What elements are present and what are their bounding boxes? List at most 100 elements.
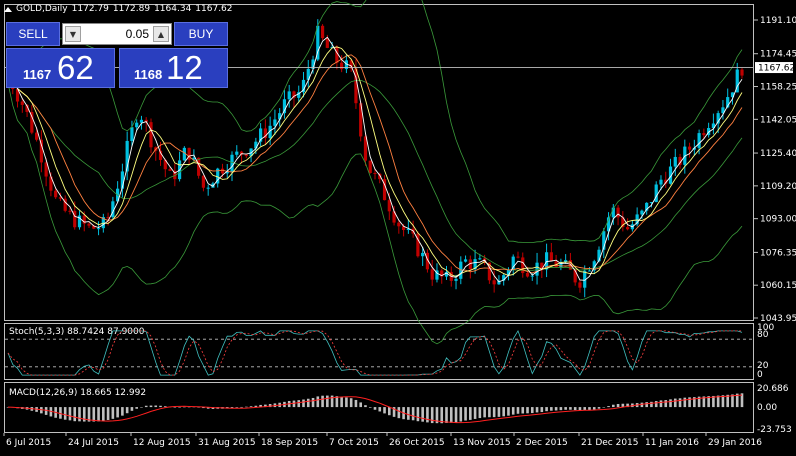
price-tick-label: 1076.35 <box>760 248 796 258</box>
macd-histogram-bar <box>545 407 548 412</box>
candle-body <box>521 257 525 274</box>
price-tick-label: 1191.10 <box>760 16 796 26</box>
candle-body <box>659 179 663 185</box>
macd-histogram-bar <box>535 407 539 413</box>
symbol-label: GOLD,Daily <box>16 4 68 14</box>
stochastic-level-label: 0 <box>757 370 763 380</box>
macd-label: MACD(12,26,9) 18.665 12.992 <box>9 388 146 398</box>
time-tick-label: 21 Dec 2015 <box>581 438 639 448</box>
bid-price-pips: 62 <box>57 49 94 86</box>
macd-histogram-bar <box>140 407 143 408</box>
macd-histogram-bar <box>573 407 577 411</box>
macd-histogram-bar <box>249 406 253 408</box>
candle-body <box>201 175 206 188</box>
macd-histogram-bar <box>116 407 119 418</box>
lot-size-stepper: ▼ ▲ <box>62 23 172 45</box>
macd-histogram-bar <box>125 407 129 414</box>
sell-button[interactable]: SELL <box>6 22 60 46</box>
time-tick-label: 7 Oct 2015 <box>329 438 379 448</box>
ohlc-low: 1164.34 <box>154 4 192 14</box>
macd-histogram-bar <box>321 395 324 408</box>
macd-histogram-bar <box>44 407 48 415</box>
time-tick-label: 2 Dec 2015 <box>516 438 568 448</box>
candle-body <box>387 200 391 212</box>
stochastic-axis: 10080200 <box>757 323 774 380</box>
macd-axis: 20.686 0.00 -23.753 <box>757 384 792 435</box>
macd-histogram-bar <box>645 402 648 408</box>
macd-histogram-bar <box>464 407 467 421</box>
candle-body <box>139 119 144 123</box>
macd-histogram-bar <box>354 399 358 408</box>
candle-body <box>587 270 592 272</box>
price-tick-label: 1093.00 <box>760 215 796 225</box>
candle-body <box>368 160 372 173</box>
sell-price-button[interactable]: 1167 62 <box>6 48 115 88</box>
stochastic-label: Stoch(5,3,3) 88.7424 87.9000 <box>9 327 145 337</box>
candle-body <box>478 258 482 260</box>
buy-button[interactable]: BUY <box>174 22 228 46</box>
ohlc-open: 1172.79 <box>71 4 109 14</box>
macd-histogram-bar <box>526 407 529 414</box>
lot-decrease-icon[interactable]: ▼ <box>65 26 81 42</box>
macd-histogram-bar <box>306 398 310 408</box>
candle-body <box>463 259 468 262</box>
candle-body <box>20 101 24 105</box>
candle-body <box>87 223 91 226</box>
macd-histogram-bar <box>345 397 348 408</box>
macd-level-label: 0.00 <box>757 403 777 413</box>
macd-histogram-bar <box>235 407 239 408</box>
lot-size-input[interactable] <box>85 26 149 42</box>
time-tick-label: 18 Sep 2015 <box>261 438 318 448</box>
price-tick-label: 1125.40 <box>760 149 796 159</box>
macd-histogram-bar <box>421 407 424 422</box>
macd-histogram-bar <box>673 398 677 408</box>
stochastic-level-label: 80 <box>757 330 769 340</box>
price-tick-label: 1060.15 <box>760 281 796 291</box>
candle-body <box>206 187 210 189</box>
collapse-triangle-icon[interactable] <box>4 6 12 12</box>
macd-histogram-bar <box>588 407 591 410</box>
macd-histogram-bar <box>97 407 100 422</box>
macd-histogram-bar <box>426 407 429 423</box>
lot-increase-icon[interactable]: ▲ <box>153 26 169 42</box>
time-tick-label: 13 Nov 2015 <box>453 438 511 448</box>
macd-histogram-bar <box>245 406 248 408</box>
macd-histogram-bar <box>550 407 553 411</box>
price-tick-label: 1142.05 <box>760 115 796 125</box>
macd-histogram-bar <box>612 404 615 408</box>
macd-histogram-bar <box>135 407 138 409</box>
candle-body <box>54 190 58 198</box>
buy-price-button[interactable]: 1168 12 <box>119 48 228 88</box>
candle-body <box>220 168 225 174</box>
macd-histogram-bar <box>340 397 343 408</box>
macd-histogram-bar <box>497 407 501 417</box>
bid-price-prefix: 1167 <box>23 67 52 82</box>
candle-body <box>135 122 139 128</box>
time-tick-label: 26 Oct 2015 <box>389 438 445 448</box>
macd-histogram-bar <box>530 407 534 414</box>
macd-histogram-bar <box>111 407 115 419</box>
macd-histogram-bar <box>407 407 410 420</box>
macd-histogram-bar <box>616 403 620 408</box>
macd-histogram-bar <box>359 402 363 408</box>
candle-body <box>530 275 534 277</box>
macd-histogram-bar <box>297 400 301 408</box>
macd-histogram-bar <box>654 401 658 408</box>
macd-histogram-bar <box>397 407 401 419</box>
time-axis: 6 Jul 2015 24 Jul 2015 12 Aug 2015 31 Aug 2… <box>3 433 762 448</box>
macd-histogram-bar <box>445 407 448 423</box>
time-tick-label: 12 Aug 2015 <box>133 438 191 448</box>
macd-histogram-bar <box>173 407 177 408</box>
candle-body <box>430 269 434 280</box>
macd-histogram-bar <box>454 407 458 423</box>
macd-level-label: 20.686 <box>757 384 789 394</box>
macd-histogram-bar <box>488 407 491 418</box>
candle-body <box>702 133 706 136</box>
macd-histogram-bar <box>368 407 372 408</box>
current-price-label: 1167.62 <box>758 64 795 74</box>
macd-histogram-bar <box>540 407 544 413</box>
macd-histogram-bar <box>602 407 606 408</box>
macd-histogram-bar <box>583 407 587 411</box>
macd-histogram-bar <box>144 405 148 408</box>
macd-histogram-bar <box>159 405 162 408</box>
